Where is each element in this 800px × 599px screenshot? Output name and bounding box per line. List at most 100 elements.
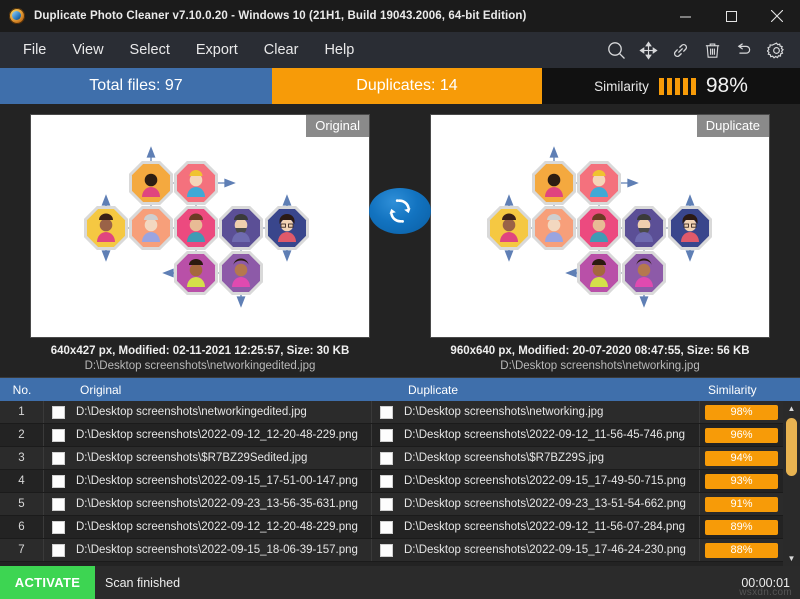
- title-bar: Duplicate Photo Cleaner v7.10.0.20 - Win…: [0, 0, 800, 32]
- similarity-cell: 98%: [700, 401, 783, 423]
- duplicate-image-meta: 960x640 px, Modified: 20-07-2020 08:47:5…: [450, 345, 750, 357]
- menu-item-select[interactable]: Select: [117, 38, 183, 62]
- original-path: D:\Desktop screenshots\2022-09-15_18-06-…: [72, 539, 372, 561]
- menu-item-file[interactable]: File: [10, 38, 59, 62]
- similarity-bar-4: [682, 77, 688, 95]
- table-row[interactable]: 4 D:\Desktop screenshots\2022-09-15_17-5…: [0, 470, 800, 493]
- original-path: D:\Desktop screenshots\$R7BZ29Sedited.jp…: [72, 447, 372, 469]
- checkbox-box[interactable]: [379, 520, 393, 534]
- similarity-cell: 96%: [700, 424, 783, 446]
- checkbox-box[interactable]: [379, 497, 393, 511]
- table-vertical-scrollbar[interactable]: ▲ ▼: [783, 401, 800, 566]
- swap-images-button[interactable]: [369, 188, 431, 234]
- table-row[interactable]: 2 D:\Desktop screenshots\2022-09-12_12-2…: [0, 424, 800, 447]
- similarity-bar: 91%: [705, 496, 778, 512]
- table-row[interactable]: 1 D:\Desktop screenshots\networkingedite…: [0, 401, 800, 424]
- column-header-duplicate[interactable]: Duplicate: [400, 378, 700, 401]
- table-row[interactable]: 6 D:\Desktop screenshots\2022-09-12_12-2…: [0, 516, 800, 539]
- scrollbar-track[interactable]: [783, 416, 800, 551]
- duplicate-checkbox[interactable]: [372, 539, 400, 561]
- duplicate-checkbox[interactable]: [372, 516, 400, 538]
- status-bar: ACTIVATE Scan finished 00:00:01 wsxdn.co…: [0, 566, 800, 599]
- table-row[interactable]: 5 D:\Desktop screenshots\2022-09-23_13-5…: [0, 493, 800, 516]
- similarity-bar-1: [658, 77, 664, 95]
- similarity-bar: 93%: [705, 473, 778, 489]
- duplicate-image-frame[interactable]: Duplicate: [430, 114, 770, 338]
- trash-icon[interactable]: [696, 34, 728, 66]
- duplicate-path: D:\Desktop screenshots\2022-09-12_11-56-…: [400, 424, 700, 446]
- checkbox-box[interactable]: [51, 520, 65, 534]
- original-path: D:\Desktop screenshots\2022-09-12_12-20-…: [72, 424, 372, 446]
- duplicates-table: No. Original Duplicate Similarity 1 D:\D…: [0, 377, 800, 566]
- duplicate-checkbox[interactable]: [372, 493, 400, 515]
- app-logo-icon: [9, 8, 25, 24]
- checkbox-box[interactable]: [51, 451, 65, 465]
- similarity-cell: 93%: [700, 470, 783, 492]
- table-row[interactable]: 3 D:\Desktop screenshots\$R7BZ29Sedited.…: [0, 447, 800, 470]
- column-header-original[interactable]: Original: [72, 378, 372, 401]
- column-header-check-original[interactable]: [44, 378, 72, 401]
- scrollbar-thumb[interactable]: [786, 418, 797, 476]
- checkbox-box[interactable]: [51, 543, 65, 557]
- original-checkbox[interactable]: [44, 516, 72, 538]
- close-button[interactable]: [754, 0, 800, 32]
- maximize-button[interactable]: [708, 0, 754, 32]
- row-number: 6: [0, 516, 44, 538]
- duplicate-checkbox[interactable]: [372, 401, 400, 423]
- duplicate-path: D:\Desktop screenshots\2022-09-23_13-51-…: [400, 493, 700, 515]
- duplicate-path: D:\Desktop screenshots\networking.jpg: [400, 401, 700, 423]
- duplicate-checkbox[interactable]: [372, 470, 400, 492]
- checkbox-box[interactable]: [51, 405, 65, 419]
- scroll-up-arrow-icon[interactable]: ▲: [783, 401, 800, 416]
- original-checkbox[interactable]: [44, 424, 72, 446]
- duplicate-checkbox[interactable]: [372, 447, 400, 469]
- settings-icon[interactable]: [760, 34, 792, 66]
- checkbox-box[interactable]: [51, 428, 65, 442]
- search-icon[interactable]: [600, 34, 632, 66]
- duplicate-image: [431, 115, 769, 337]
- column-header-check-duplicate[interactable]: [372, 378, 400, 401]
- checkbox-box[interactable]: [379, 451, 393, 465]
- duplicate-path: D:\Desktop screenshots\2022-09-12_11-56-…: [400, 516, 700, 538]
- duplicate-badge: Duplicate: [696, 115, 769, 137]
- duplicates-stat: Duplicates: 14: [272, 68, 542, 104]
- column-header-similarity[interactable]: Similarity: [700, 378, 783, 401]
- row-number: 3: [0, 447, 44, 469]
- original-checkbox[interactable]: [44, 470, 72, 492]
- checkbox-box[interactable]: [379, 405, 393, 419]
- minimize-button[interactable]: [662, 0, 708, 32]
- checkbox-box[interactable]: [379, 428, 393, 442]
- duplicate-path: D:\Desktop screenshots\$R7BZ29S.jpg: [400, 447, 700, 469]
- menu-item-clear[interactable]: Clear: [251, 38, 312, 62]
- table-header-row: No. Original Duplicate Similarity: [0, 378, 800, 401]
- table-row[interactable]: 7 D:\Desktop screenshots\2022-09-15_18-0…: [0, 539, 800, 562]
- similarity-label: Similarity: [594, 78, 649, 94]
- checkbox-box[interactable]: [51, 474, 65, 488]
- column-header-no[interactable]: No.: [0, 378, 44, 401]
- stats-bar: Total files: 97 Duplicates: 14 Similarit…: [0, 68, 800, 104]
- link-icon[interactable]: [664, 34, 696, 66]
- menu-item-view[interactable]: View: [59, 38, 116, 62]
- original-image-meta: 640x427 px, Modified: 02-11-2021 12:25:5…: [50, 345, 350, 357]
- scroll-down-arrow-icon[interactable]: ▼: [783, 551, 800, 566]
- checkbox-box[interactable]: [379, 543, 393, 557]
- original-checkbox[interactable]: [44, 447, 72, 469]
- original-checkbox[interactable]: [44, 493, 72, 515]
- checkbox-box[interactable]: [51, 497, 65, 511]
- menu-item-help[interactable]: Help: [311, 38, 367, 62]
- checkbox-box[interactable]: [379, 474, 393, 488]
- original-preview-column: Original 640x427 px, Modified: 02-11-202…: [0, 104, 400, 377]
- original-image-frame[interactable]: Original: [30, 114, 370, 338]
- similarity-cell: 94%: [700, 447, 783, 469]
- duplicate-path: D:\Desktop screenshots\2022-09-15_17-49-…: [400, 470, 700, 492]
- menu-item-export[interactable]: Export: [183, 38, 251, 62]
- move-icon[interactable]: [632, 34, 664, 66]
- original-checkbox[interactable]: [44, 539, 72, 561]
- duplicate-checkbox[interactable]: [372, 424, 400, 446]
- similarity-percent: 98%: [705, 74, 748, 97]
- undo-icon[interactable]: [728, 34, 760, 66]
- similarity-cell: 89%: [700, 516, 783, 538]
- original-image: [31, 115, 369, 337]
- activate-button[interactable]: ACTIVATE: [0, 566, 95, 599]
- original-checkbox[interactable]: [44, 401, 72, 423]
